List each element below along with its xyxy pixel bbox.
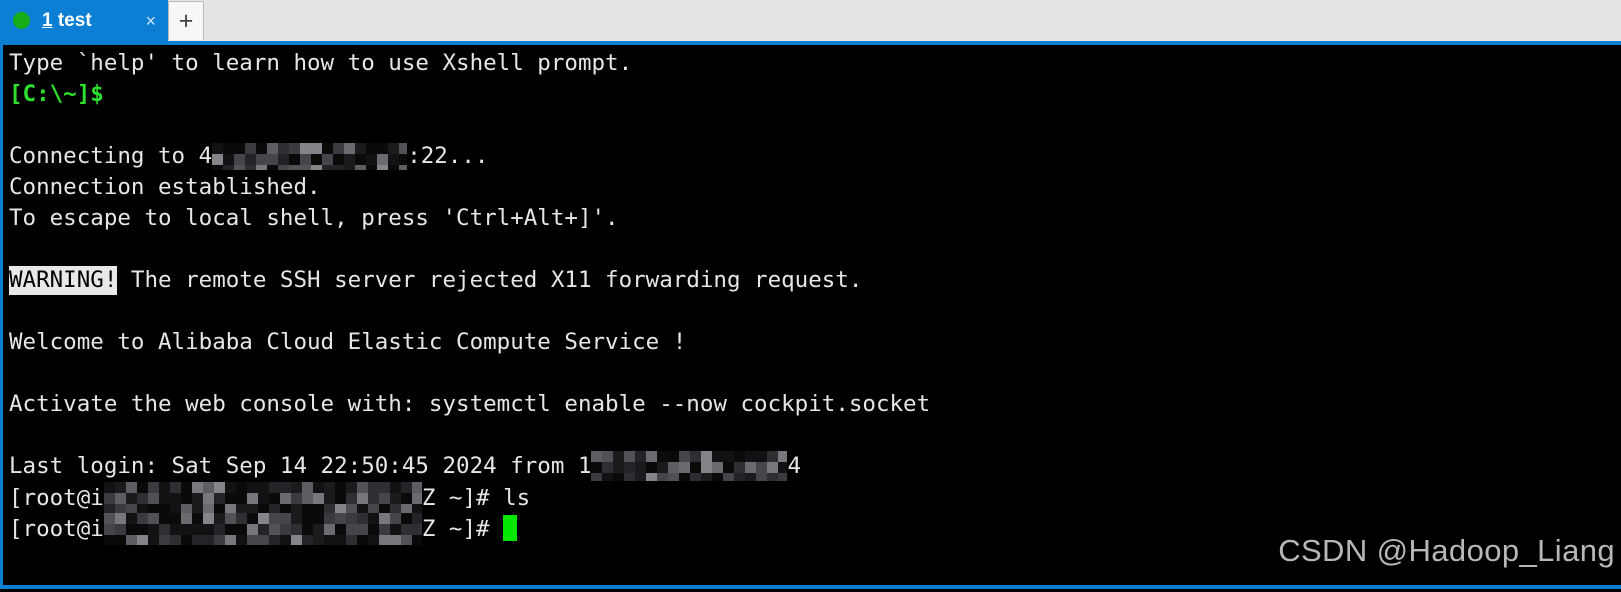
terminal-line-blank-2 [9, 234, 1619, 265]
terminal-line-connection-established: Connection established. [9, 172, 1619, 203]
terminal-line-command-ls: [root@i Z ~]# ls [9, 482, 1619, 514]
terminal-line-blank-4 [9, 358, 1619, 389]
line-text: Activate the web console with: systemctl… [9, 391, 931, 417]
tab-test[interactable]: 1 test × [0, 0, 168, 41]
new-tab-button[interactable]: + [168, 1, 204, 40]
terminal-screen: Type `help' to learn how to use Xshell p… [9, 48, 1619, 545]
line-text: Type `help' to learn how to use Xshell p… [9, 50, 633, 76]
terminal-line-blank-3 [9, 296, 1619, 327]
line-text: Connection established. [9, 174, 321, 200]
terminal-line-local-prompt: [C:\~]$ [9, 79, 1619, 110]
line-suffix: 4 [787, 453, 802, 479]
watermark: CSDN @Hadoop_Liang [1278, 533, 1615, 568]
line-suffix: Z ~]# [421, 516, 504, 542]
terminal-pane[interactable]: Type `help' to learn how to use Xshell p… [0, 45, 1621, 589]
line-prefix: Connecting to 4 [9, 143, 213, 169]
terminal-line-last-login: Last login: Sat Sep 14 22:50:45 2024 fro… [9, 451, 1619, 482]
redacted-hostname-icon [103, 482, 422, 514]
terminal-line-x11-warning: WARNING! The remote SSH server rejected … [9, 265, 1619, 296]
tab-bar: 1 test × + [0, 0, 1621, 41]
warning-badge: WARNING! [9, 266, 118, 295]
line-prefix: Last login: Sat Sep 14 22:50:45 2024 fro… [9, 453, 592, 479]
line-text: [C:\~]$ [9, 81, 104, 107]
redacted-host-icon [212, 143, 408, 170]
tab-index: 1 [42, 9, 53, 31]
terminal-line-blank-5 [9, 420, 1619, 451]
line-prefix: [root@i [9, 516, 104, 542]
close-icon[interactable]: × [145, 12, 156, 30]
line-suffix: :22... [407, 143, 489, 169]
tab-label: 1 test [42, 10, 92, 32]
tab-title: test [57, 9, 92, 31]
line-text: To escape to local shell, press 'Ctrl+Al… [9, 205, 619, 231]
text-cursor [503, 515, 518, 541]
redacted-ip-icon [591, 451, 788, 481]
terminal-line-connecting: Connecting to 4 :22... [9, 141, 1619, 172]
line-text: Welcome to Alibaba Cloud Elastic Compute… [9, 329, 687, 355]
redacted-hostname-icon [103, 513, 422, 545]
line-prefix: [root@i [9, 485, 104, 511]
line-suffix: Z ~]# ls [421, 485, 531, 511]
terminal-line-cockpit-hint: Activate the web console with: systemctl… [9, 389, 1619, 420]
xshell-window: 1 test × + Type `help' to learn how to u… [0, 0, 1621, 592]
line-text: The remote SSH server rejected X11 forwa… [117, 267, 863, 293]
terminal-line-blank-1 [9, 110, 1619, 141]
terminal-line-help-hint: Type `help' to learn how to use Xshell p… [9, 48, 1619, 79]
terminal-line-escape-hint: To escape to local shell, press 'Ctrl+Al… [9, 203, 1619, 234]
terminal-line-welcome: Welcome to Alibaba Cloud Elastic Compute… [9, 327, 1619, 358]
green-dot-icon [13, 12, 30, 29]
